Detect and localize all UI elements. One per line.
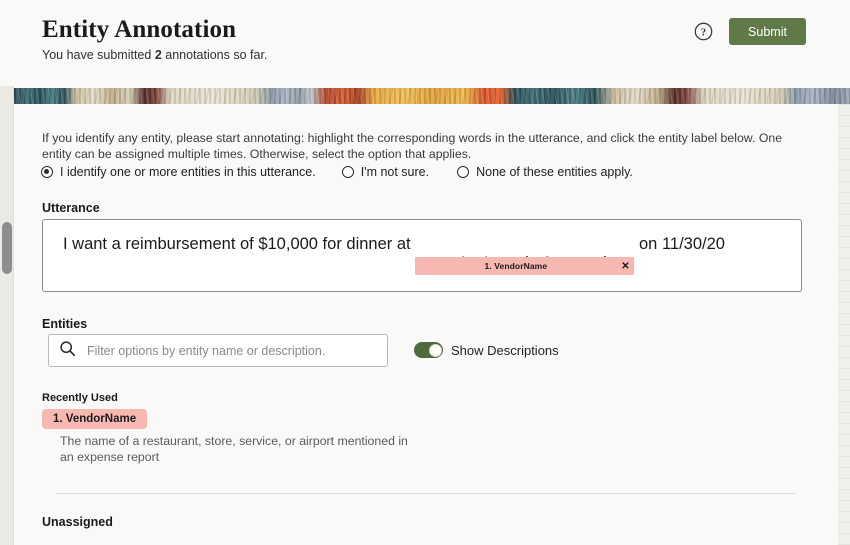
utterance-box[interactable]: I want a reimbursement of $10,000 for di… bbox=[42, 219, 802, 292]
submission-count-text: You have submitted 2 annotations so far. bbox=[42, 48, 267, 62]
page-scrollbar-thumb[interactable] bbox=[2, 222, 12, 274]
entity-chip-vendorname[interactable]: 1. VendorName bbox=[42, 409, 147, 429]
recently-used-label: Recently Used bbox=[42, 392, 118, 404]
show-descriptions-label: Show Descriptions bbox=[451, 343, 559, 358]
radio-option-none-apply[interactable]: None of these entities apply. bbox=[457, 165, 633, 179]
radio-option-identify-entities[interactable]: I identify one or more entities in this … bbox=[41, 165, 316, 179]
radio-option-not-sure[interactable]: I'm not sure. bbox=[342, 165, 429, 179]
help-circle-icon[interactable]: ? bbox=[694, 22, 713, 41]
annotation-card: If you identify any entity, please start… bbox=[14, 104, 838, 545]
instructions-text: If you identify any entity, please start… bbox=[42, 130, 802, 162]
search-icon bbox=[59, 340, 76, 362]
radio-icon-identify-entities[interactable] bbox=[41, 166, 53, 178]
radio-label-not-sure: I'm not sure. bbox=[361, 165, 429, 179]
annotation-choice-group: I identify one or more entities in this … bbox=[41, 165, 633, 179]
decorative-banner-image bbox=[14, 88, 850, 104]
instructions-line-1: If you identify any entity, please start… bbox=[42, 131, 755, 145]
submission-count-value: 2 bbox=[155, 48, 162, 62]
utterance-segment-before: I want a reimbursement of $10,000 for di… bbox=[63, 235, 415, 254]
radio-label-none-apply: None of these entities apply. bbox=[476, 165, 633, 179]
utterance-text[interactable]: I want a reimbursement of $10,000 for di… bbox=[63, 235, 725, 311]
entity-annotation-page: Entity Annotation You have submitted 2 a… bbox=[0, 0, 850, 545]
utterance-segment-after: on 11/30/20 bbox=[634, 235, 725, 254]
toggle-knob[interactable] bbox=[429, 344, 442, 357]
page-header: Entity Annotation You have submitted 2 a… bbox=[0, 0, 850, 86]
show-descriptions-toggle[interactable]: Show Descriptions bbox=[414, 342, 559, 358]
submission-count-suffix: annotations so far. bbox=[162, 48, 268, 62]
entities-section-label: Entities bbox=[42, 317, 87, 331]
toggle-track[interactable] bbox=[414, 342, 443, 358]
radio-icon-not-sure[interactable] bbox=[342, 166, 354, 178]
entity-tag-remove-icon[interactable]: ✕ bbox=[616, 261, 634, 272]
radio-icon-none-apply[interactable] bbox=[457, 166, 469, 178]
page-title: Entity Annotation bbox=[42, 16, 236, 44]
section-divider bbox=[56, 493, 796, 494]
utterance-annotated-span[interactable]: La Laverie Automatique 1. VendorName ✕ bbox=[415, 235, 634, 311]
banner-texture-overlay bbox=[14, 88, 850, 104]
unassigned-section-label: Unassigned bbox=[42, 515, 113, 529]
submission-count-prefix: You have submitted bbox=[42, 48, 155, 62]
submit-button[interactable]: Submit bbox=[729, 18, 806, 45]
entity-list-item: 1. VendorName The name of a restaurant, … bbox=[42, 409, 410, 465]
entity-search-box[interactable] bbox=[48, 334, 388, 367]
entity-tag-label: 1. VendorName bbox=[415, 261, 616, 271]
utterance-section-label: Utterance bbox=[42, 201, 100, 215]
radio-label-identify-entities: I identify one or more entities in this … bbox=[60, 165, 316, 179]
svg-text:?: ? bbox=[701, 26, 707, 38]
entity-search-input[interactable] bbox=[85, 343, 379, 359]
entity-tag-vendorname[interactable]: 1. VendorName ✕ bbox=[415, 257, 634, 275]
page-right-edge-texture bbox=[838, 104, 850, 545]
entity-description-vendorname: The name of a restaurant, store, service… bbox=[60, 434, 410, 465]
